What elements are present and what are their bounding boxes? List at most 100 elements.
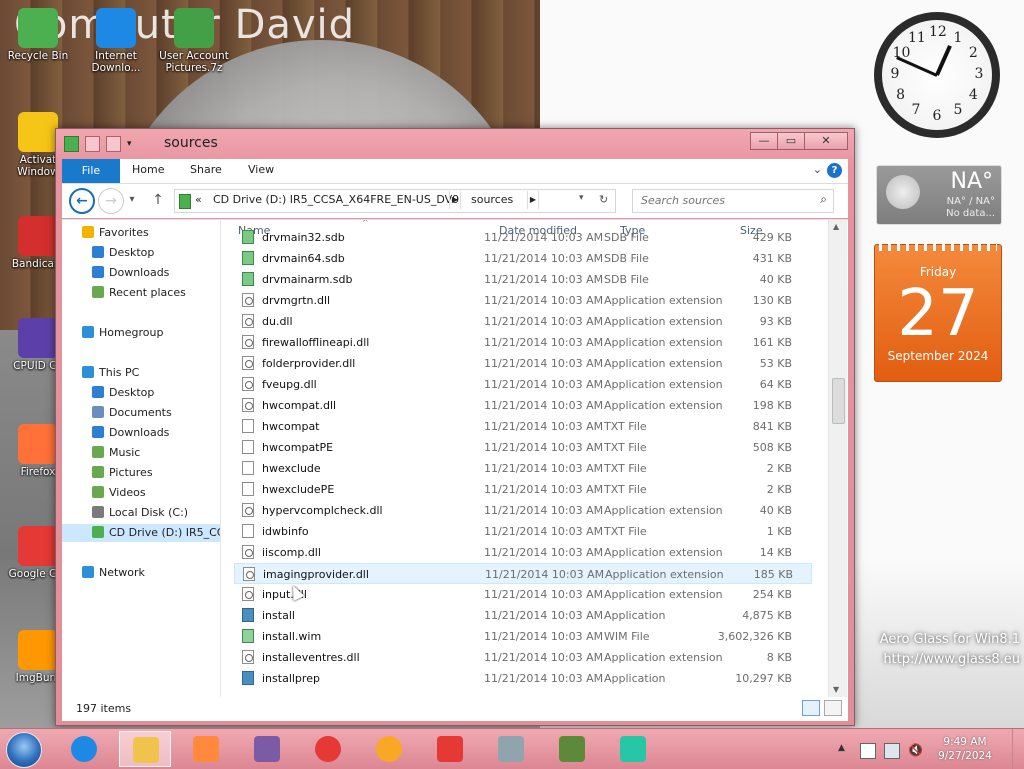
nav-item[interactable]: Downloads	[62, 264, 220, 282]
address-chevron-icon[interactable]: ▶	[449, 191, 461, 209]
file-row[interactable]: fveupg.dll 11/21/2014 10:03 AM Application…	[234, 374, 812, 395]
folder-icon[interactable]	[64, 136, 79, 152]
file-row[interactable]: firewallofflineapi.dll 11/21/2014 10:03 A…	[234, 332, 812, 353]
taskbar-internet-explorer-button[interactable]	[58, 731, 110, 767]
file-row[interactable]: input.dll 11/21/2014 10:03 AM Application …	[234, 584, 812, 605]
address-overflow[interactable]: «	[195, 193, 202, 206]
nav-item[interactable]: Homegroup	[62, 324, 220, 342]
qat-dropdown-icon[interactable]: ▾	[127, 139, 132, 149]
scroll-up-icon[interactable]: ▲	[833, 222, 839, 231]
navigation-pane[interactable]: Favorites Desktop Downloads Recent places Ho…	[62, 220, 221, 697]
scrollbar-thumb[interactable]	[832, 378, 845, 424]
nav-item[interactable]: Desktop	[62, 384, 220, 402]
taskbar-date: 9/27/2024	[938, 750, 992, 762]
network-tray-icon[interactable]	[884, 743, 900, 759]
file-row[interactable]: drvmgrtn.dll 11/21/2014 10:03 AM Applicati…	[234, 290, 812, 311]
tab-share[interactable]: Share	[190, 163, 222, 176]
file-row[interactable]: imagingprovider.dll 11/21/2014 10:03 AM Ap…	[234, 563, 812, 584]
expand-ribbon-icon[interactable]: ⌄	[813, 163, 822, 176]
nav-item[interactable]: Videos	[62, 484, 220, 502]
taskbar-clock[interactable]: 9:49 AM 9/27/2024	[930, 735, 1000, 763]
calendar-gadget[interactable]: Friday 27 September 2024	[874, 241, 1002, 382]
file-row[interactable]: hwexclude 11/21/2014 10:03 AM TXT File 2 KB	[234, 458, 812, 479]
taskbar-media-player-button[interactable]	[180, 731, 232, 767]
action-center-icon[interactable]	[860, 743, 876, 759]
explorer-window[interactable]: ▾ sources — ▭ ✕ File Home Share View ⌄ ?…	[55, 128, 855, 726]
file-row[interactable]: hwcompat.dll 11/21/2014 10:03 AM Applicati…	[234, 395, 812, 416]
start-button[interactable]	[6, 732, 42, 768]
nav-item[interactable]: Documents	[62, 404, 220, 422]
show-desktop-button[interactable]	[1012, 729, 1024, 769]
details-view-button[interactable]	[802, 700, 820, 716]
search-box[interactable]: ⌕	[632, 189, 834, 213]
address-chevron-icon[interactable]: ▶	[527, 191, 539, 209]
file-row[interactable]: installprep 11/21/2014 10:03 AM Applicatio…	[234, 668, 812, 689]
nav-item[interactable]: Local Disk (C:)	[62, 504, 220, 522]
recent-locations-button[interactable]: ▾	[126, 188, 138, 212]
file-row[interactable]: hwcompat 11/21/2014 10:03 AM TXT File 841 K…	[234, 416, 812, 437]
txt-file-icon	[242, 524, 254, 538]
refresh-button[interactable]: ↻	[599, 193, 608, 206]
address-segment-folder[interactable]: sources	[471, 193, 513, 206]
help-icon[interactable]: ?	[827, 163, 842, 178]
desktop-icon-1[interactable]: Internet Downlo...	[78, 8, 154, 74]
file-row[interactable]: hwcompatPE 11/21/2014 10:03 AM TXT File 508…	[234, 437, 812, 458]
nav-item[interactable]: Music	[62, 444, 220, 462]
search-input[interactable]	[639, 193, 811, 208]
taskbar-chrome-button[interactable]	[302, 731, 354, 767]
file-row[interactable]: du.dll 11/21/2014 10:03 AM Application ext…	[234, 311, 812, 332]
clock-gadget[interactable]: 12 1 2 3 4 5 6 7 8 9 10 11	[874, 12, 1000, 138]
tray-expand-icon[interactable]: ▲	[838, 743, 852, 757]
nav-item[interactable]: Desktop	[62, 244, 220, 262]
file-row[interactable]: iiscomp.dll 11/21/2014 10:03 AM Applicatio…	[234, 542, 812, 563]
nav-item[interactable]: Pictures	[62, 464, 220, 482]
file-row[interactable]: folderprovider.dll 11/21/2014 10:03 AM App…	[234, 353, 812, 374]
desktop-icon-0[interactable]: Recycle Bin	[0, 8, 76, 62]
vertical-scrollbar[interactable]: ▲ ▼	[828, 220, 847, 697]
up-button[interactable]: ↑	[146, 188, 170, 212]
nav-item[interactable]: Favorites	[62, 224, 220, 242]
nav-item[interactable]: Downloads	[62, 424, 220, 442]
maximize-button[interactable]: ▭	[777, 132, 805, 150]
tab-view[interactable]: View	[248, 163, 274, 176]
close-button[interactable]: ✕	[804, 132, 848, 150]
file-row[interactable]: drvmain32.sdb 11/21/2014 10:03 AM SDB File…	[234, 227, 812, 248]
file-row[interactable]: install 11/21/2014 10:03 AM Application 4,8…	[234, 605, 812, 626]
taskbar-remote-desktop-button[interactable]	[607, 731, 659, 767]
minimize-button[interactable]: —	[750, 132, 778, 150]
nav-item[interactable]: Network	[62, 564, 220, 582]
file-row[interactable]: drvmain64.sdb 11/21/2014 10:03 AM SDB File…	[234, 248, 812, 269]
file-row[interactable]: idwbinfo 11/21/2014 10:03 AM TXT File 1 KB	[234, 521, 812, 542]
file-row[interactable]: hwexcludePE 11/21/2014 10:03 AM TXT File 2 …	[234, 479, 812, 500]
file-list[interactable]: Name ^ Date modified Type Size drvmain32…	[222, 220, 828, 697]
address-bar[interactable]: « CD Drive (D:) IR5_CCSA_X64FRE_EN-US_DV…	[174, 189, 616, 213]
tab-home[interactable]: Home	[132, 163, 164, 176]
file-row[interactable]: drvmainarm.sdb 11/21/2014 10:03 AM SDB Fil…	[234, 269, 812, 290]
tab-file[interactable]: File	[62, 159, 120, 183]
file-row[interactable]: hypervcomplcheck.dll 11/21/2014 10:03 AM A…	[234, 500, 812, 521]
file-row[interactable]: install.wim 11/21/2014 10:03 AM WIM File 3,…	[234, 626, 812, 647]
taskbar-winrar-button[interactable]	[241, 731, 293, 767]
taskbar-roblox-button[interactable]	[424, 731, 476, 767]
address-segment-drive[interactable]: CD Drive (D:) IR5_CCSA_X64FRE_EN-US_DV9	[213, 193, 459, 206]
volume-muted-icon[interactable]: 🔇	[908, 743, 923, 757]
scroll-down-icon[interactable]: ▼	[833, 685, 839, 694]
taskbar-minecraft-button[interactable]	[546, 731, 598, 767]
file-row[interactable]: installeventres.dll 11/21/2014 10:03 AM Ap…	[234, 647, 812, 668]
nav-item[interactable]: This PC	[62, 364, 220, 382]
title-bar[interactable]: ▾ sources — ▭ ✕	[56, 129, 854, 157]
taskbar-chrome-canary-button[interactable]	[363, 731, 415, 767]
large-icons-view-button[interactable]	[824, 700, 842, 716]
back-button[interactable]: ←	[69, 188, 95, 214]
address-dropdown-icon[interactable]: ▾	[579, 193, 584, 203]
taskbar-paint-button[interactable]	[485, 731, 537, 767]
properties-icon[interactable]	[85, 136, 100, 152]
forward-button[interactable]: →	[98, 188, 124, 214]
nav-item[interactable]: Recent places	[62, 284, 220, 302]
nav-item[interactable]: CD Drive (D:) IR5_CCS	[62, 524, 220, 542]
new-folder-icon[interactable]	[106, 136, 121, 152]
taskbar-file-explorer-button[interactable]	[119, 731, 171, 767]
search-icon[interactable]: ⌕	[820, 192, 827, 207]
desktop-icon-2[interactable]: User Account Pictures.7z	[156, 8, 232, 74]
weather-gadget[interactable]: NA° NA° / NA° No data...	[876, 165, 1002, 225]
